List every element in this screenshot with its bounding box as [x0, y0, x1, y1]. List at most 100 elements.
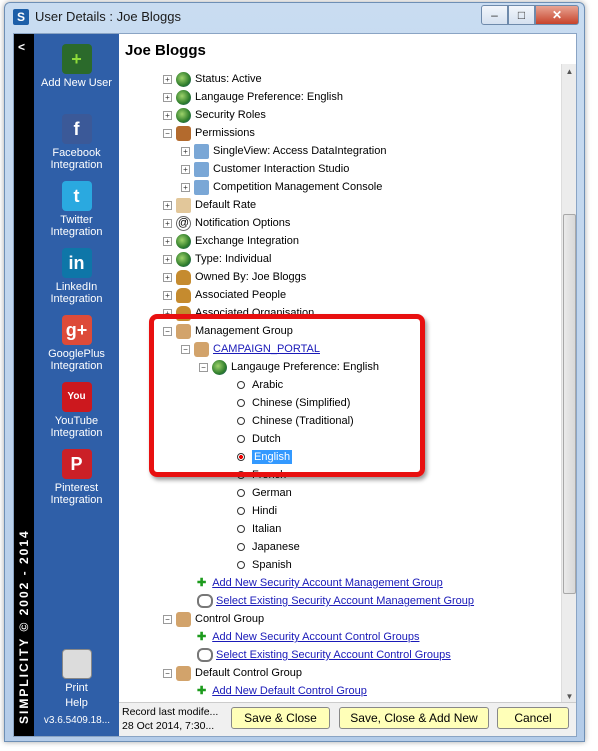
tree-node-label: Notification Options	[195, 217, 291, 229]
language-option[interactable]: Spanish	[237, 556, 292, 574]
scroll-thumb[interactable]	[563, 214, 576, 594]
perm-icon	[176, 125, 191, 141]
tree-node[interactable]: + Status: Active	[163, 70, 262, 88]
action-link[interactable]: Add New Security Account Control Groups	[212, 631, 419, 643]
tree-node[interactable]: + Associated People	[163, 286, 286, 304]
radio-icon[interactable]	[237, 543, 245, 552]
collapse-icon[interactable]: −	[163, 668, 172, 678]
tree-node[interactable]: − CAMPAIGN_PORTAL	[181, 340, 320, 358]
radio-icon[interactable]	[237, 399, 245, 408]
tree-node[interactable]: + Competition Management Console	[181, 178, 382, 196]
sidebar-item-pinterest[interactable]: P Pinterest Integration	[34, 449, 119, 506]
expand-icon[interactable]: +	[181, 146, 190, 156]
language-option[interactable]: German	[237, 484, 292, 502]
sidebar-item-printer[interactable]: Print	[34, 649, 119, 694]
minimize-button[interactable]: –	[481, 5, 508, 25]
tree-node[interactable]: − Control Group	[163, 610, 264, 628]
tree-node[interactable]: + Associated Organisation	[163, 304, 314, 322]
scroll-up-icon[interactable]: ▲	[562, 64, 577, 79]
action-link-row[interactable]: Select Existing Security Account Control…	[197, 646, 451, 664]
language-option[interactable]: Arabic	[237, 376, 283, 394]
tree-node[interactable]: + Langauge Preference: English	[163, 88, 343, 106]
collapse-icon[interactable]: −	[163, 128, 172, 138]
expand-icon[interactable]: +	[163, 200, 172, 210]
expand-icon[interactable]: +	[163, 218, 172, 228]
expand-icon[interactable]: +	[163, 272, 172, 282]
expand-icon[interactable]: +	[163, 236, 172, 246]
tree-node[interactable]: + SingleView: Access DataIntegration	[181, 142, 386, 160]
language-option[interactable]: Hindi	[237, 502, 277, 520]
collapse-sidebar-button[interactable]: <	[18, 40, 25, 54]
tree-node[interactable]: + Type: Individual	[163, 250, 271, 268]
sidebar-item-label: Twitter Integration	[50, 214, 103, 238]
collapse-icon[interactable]: −	[163, 614, 172, 624]
language-option[interactable]: Chinese (Traditional)	[237, 412, 354, 430]
expand-icon[interactable]: +	[163, 110, 172, 120]
globe-icon	[176, 71, 191, 87]
action-link-row[interactable]: Select Existing Security Account Managem…	[197, 592, 474, 610]
radio-icon[interactable]	[237, 561, 245, 570]
radio-icon[interactable]	[237, 435, 245, 444]
language-option[interactable]: Japanese	[237, 538, 300, 556]
title-bar[interactable]: S User Details : Joe Bloggs – □ ✕	[5, 3, 584, 31]
tree-node[interactable]: − Langauge Preference: English	[199, 358, 379, 376]
tree-node-label[interactable]: CAMPAIGN_PORTAL	[213, 343, 320, 355]
tree-node[interactable]: + Owned By: Joe Bloggs	[163, 268, 306, 286]
radio-icon[interactable]	[237, 471, 245, 480]
footer-bar: Record last modife... 28 Oct 2014, 7:30.…	[119, 702, 576, 736]
radio-icon[interactable]	[237, 507, 245, 516]
language-option[interactable]: Chinese (Simplified)	[237, 394, 350, 412]
record-info: Record last modife... 28 Oct 2014, 7:30.…	[122, 705, 226, 733]
collapse-icon[interactable]: −	[199, 362, 208, 372]
language-option[interactable]: French	[237, 466, 286, 484]
sidebar-item-facebook[interactable]: f Facebook Integration	[34, 114, 119, 171]
close-button[interactable]: ✕	[535, 5, 579, 25]
language-label: Hindi	[252, 505, 278, 517]
expand-icon[interactable]: +	[181, 182, 190, 192]
expand-icon[interactable]: +	[181, 164, 190, 174]
action-link[interactable]: Add New Default Control Group	[212, 685, 367, 697]
tree-node[interactable]: − Default Control Group	[163, 664, 302, 682]
language-option[interactable]: Dutch	[237, 430, 281, 448]
vertical-scrollbar[interactable]: ▲ ▼	[561, 64, 576, 704]
action-link-row[interactable]: ✚ Add New Security Account Management Gro…	[197, 574, 443, 592]
tree-node[interactable]: + Customer Interaction Studio	[181, 160, 349, 178]
tree-node[interactable]: + Security Roles	[163, 106, 266, 124]
radio-icon[interactable]	[237, 381, 245, 390]
sidebar-item-help[interactable]: Help	[34, 697, 119, 709]
radio-icon[interactable]	[237, 489, 245, 498]
tree-node[interactable]: − Permissions	[163, 124, 255, 142]
tree-node[interactable]: + Exchange Integration	[163, 232, 299, 250]
sidebar-item-linkedin[interactable]: in LinkedIn Integration	[34, 248, 119, 305]
action-link[interactable]: Select Existing Security Account Control…	[216, 649, 451, 661]
tree-node[interactable]: − Management Group	[163, 322, 293, 340]
action-link[interactable]: Add New Security Account Management Grou…	[212, 577, 443, 589]
tree-node[interactable]: + @ Notification Options	[163, 214, 290, 232]
radio-icon[interactable]	[237, 453, 245, 462]
maximize-button[interactable]: □	[508, 5, 535, 25]
sidebar-item-youtube[interactable]: You YouTube Integration	[34, 382, 119, 439]
expand-icon[interactable]: +	[163, 290, 172, 300]
language-option[interactable]: Italian	[237, 520, 281, 538]
radio-icon[interactable]	[237, 417, 245, 426]
collapse-icon[interactable]: −	[163, 326, 172, 336]
action-link[interactable]: Select Existing Security Account Managem…	[216, 595, 474, 607]
action-link-row[interactable]: ✚ Add New Security Account Control Groups	[197, 628, 419, 646]
expand-icon[interactable]: +	[163, 92, 172, 102]
language-option[interactable]: English	[237, 448, 293, 466]
radio-icon[interactable]	[237, 525, 245, 534]
collapse-icon[interactable]: −	[181, 344, 190, 354]
save-close-button[interactable]: Save & Close	[231, 707, 330, 729]
sidebar-item-twitter[interactable]: t Twitter Integration	[34, 181, 119, 238]
expand-icon[interactable]: +	[163, 308, 172, 318]
sidebar-item-googleplus[interactable]: g+ GooglePlus Integration	[34, 315, 119, 372]
expand-icon[interactable]: +	[163, 254, 172, 264]
tree-node[interactable]: + Default Rate	[163, 196, 256, 214]
language-label: Italian	[252, 523, 282, 535]
sidebar-item-add-user[interactable]: + Add New User	[34, 44, 119, 89]
action-link-row[interactable]: ✚ Add New Default Control Group	[197, 682, 367, 700]
expand-icon[interactable]: +	[163, 74, 172, 84]
save-close-add-button[interactable]: Save, Close & Add New	[339, 707, 489, 729]
cancel-button[interactable]: Cancel	[497, 707, 569, 729]
tree-node-label: Default Rate	[195, 199, 257, 211]
